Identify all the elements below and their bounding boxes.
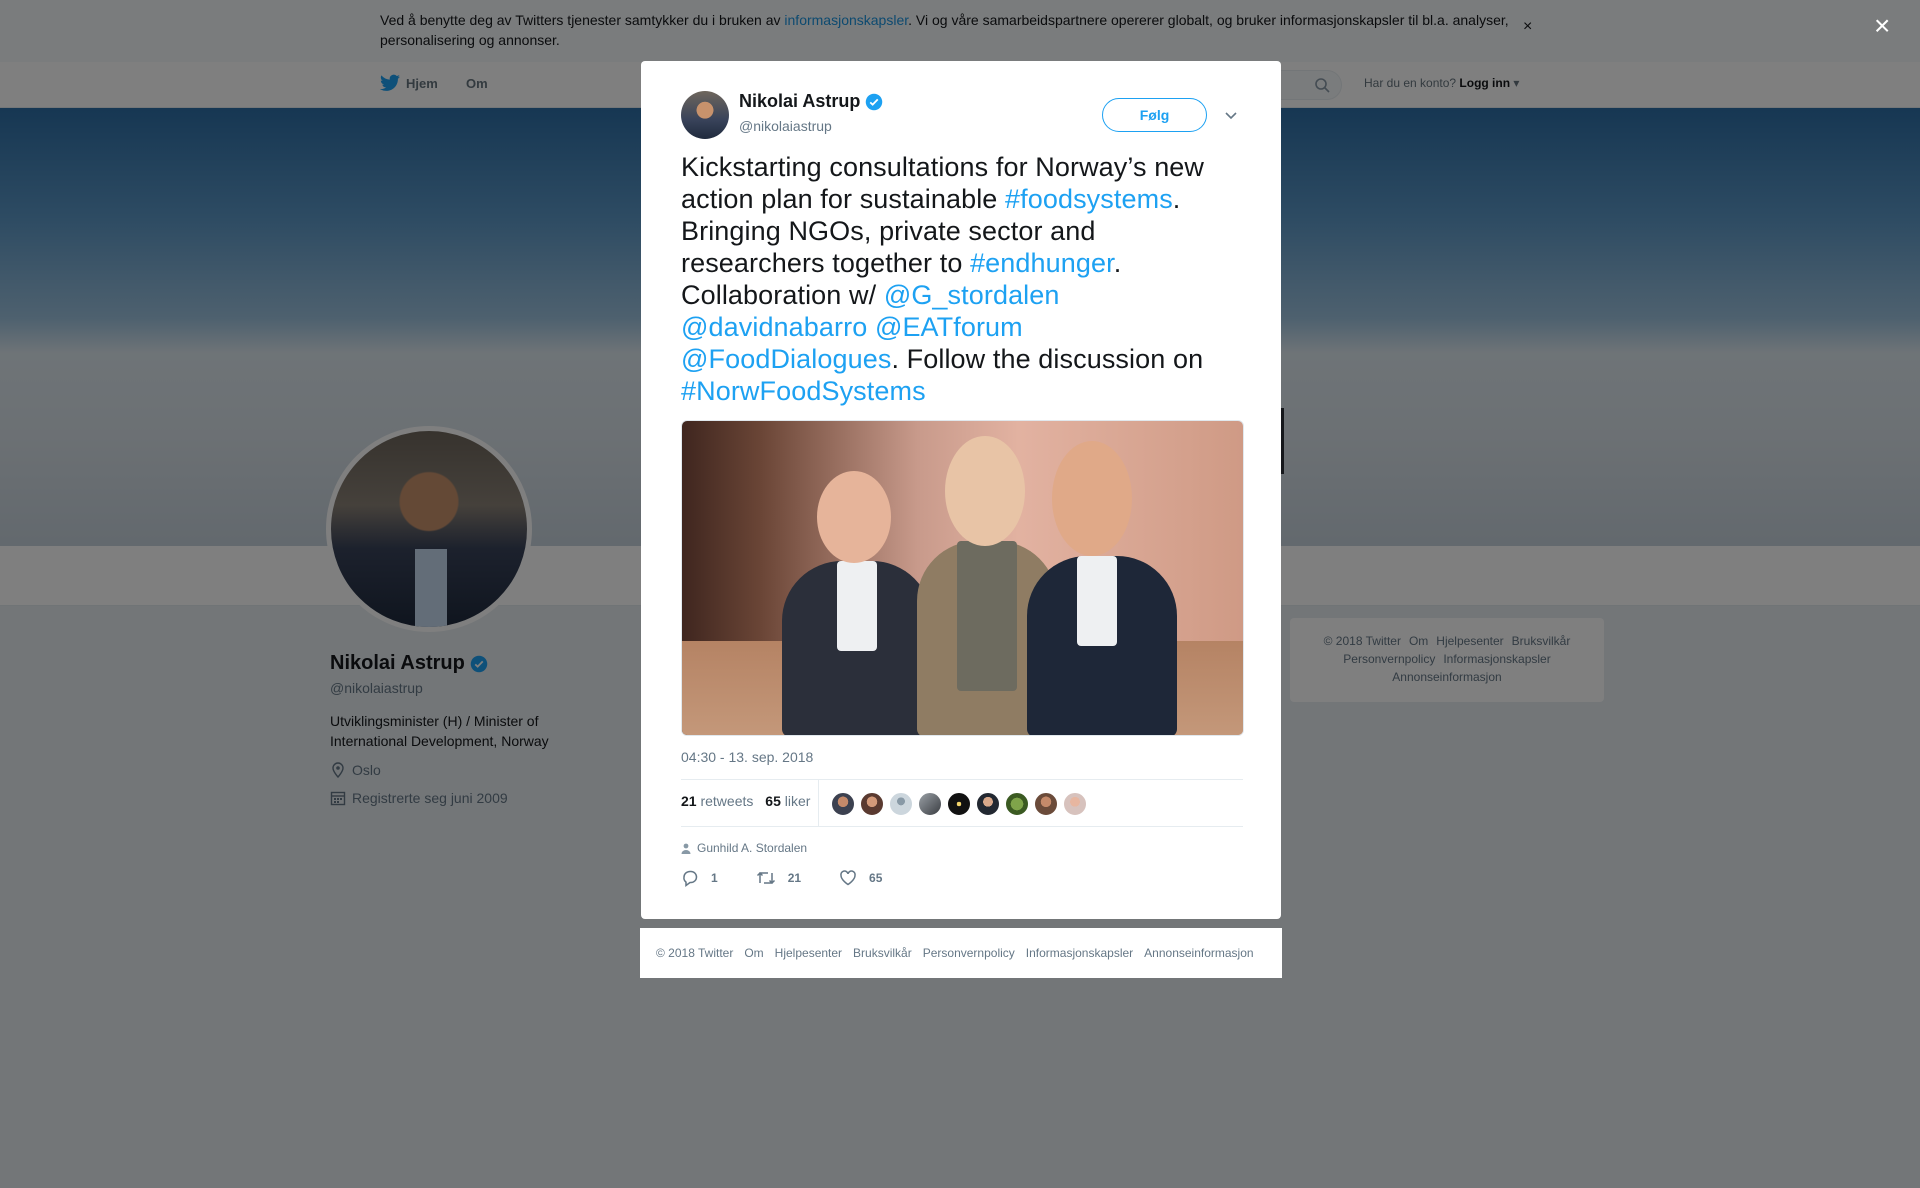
like-count[interactable]: 65: [765, 793, 781, 809]
footer-link[interactable]: Personvernpolicy: [923, 946, 1015, 960]
tweet-author-avatar[interactable]: [681, 91, 729, 139]
footer-link[interactable]: Om: [744, 946, 763, 960]
retweet-action-count: 21: [787, 871, 802, 885]
liker-avatar[interactable]: [889, 792, 913, 816]
liker-avatar[interactable]: [918, 792, 942, 816]
liker-avatar[interactable]: [1063, 792, 1087, 816]
liker-avatar[interactable]: [947, 792, 971, 816]
tweet-text: Kickstarting consultations for Norway’s …: [681, 151, 1241, 407]
tweet-photo[interactable]: [681, 420, 1244, 736]
likers-avatars: [831, 792, 1092, 816]
like-action-count: 65: [869, 871, 883, 885]
reply-icon: [683, 870, 698, 887]
tweet-modal: Nikolai Astrup @nikolaiastrup Følg Kicks…: [641, 61, 1281, 919]
mention-link[interactable]: @EATforum: [875, 312, 1023, 342]
tweet-stats: 21 retweets 65 liker: [681, 779, 1243, 827]
reply-context: Gunhild A. Stordalen: [681, 841, 807, 855]
tweet-text-part: . Follow the discussion on: [891, 344, 1204, 374]
modal-footer: © 2018 Twitter Om Hjelpesenter Bruksvilk…: [640, 928, 1282, 978]
photo-head: [1052, 441, 1132, 556]
reply-context-name[interactable]: Gunhild A. Stordalen: [697, 841, 807, 855]
liker-avatar[interactable]: [860, 792, 884, 816]
tweet-author-name-text: Nikolai Astrup: [739, 91, 861, 111]
hashtag-link[interactable]: #endhunger: [970, 248, 1114, 278]
footer-link[interactable]: Bruksvilkår: [853, 946, 912, 960]
stats-counts: 21 retweets 65 liker: [681, 793, 810, 809]
footer-link[interactable]: © 2018 Twitter: [656, 946, 733, 960]
tweet-timestamp[interactable]: 04:30 - 13. sep. 2018: [681, 749, 813, 765]
like-button[interactable]: 65: [839, 869, 882, 887]
retweet-label[interactable]: retweets: [700, 793, 753, 809]
mention-link[interactable]: @davidnabarro: [681, 312, 867, 342]
heart-icon: [840, 870, 856, 886]
close-icon[interactable]: ×: [1874, 12, 1890, 40]
like-label[interactable]: liker: [785, 793, 811, 809]
liker-avatar[interactable]: [1034, 792, 1058, 816]
hashtag-link[interactable]: #foodsystems: [1005, 184, 1173, 214]
mention-link[interactable]: @FoodDialogues: [681, 344, 891, 374]
tweet-author-handle[interactable]: @nikolaiastrup: [739, 118, 832, 134]
reply-button[interactable]: 1: [681, 869, 718, 887]
photo-head: [945, 436, 1025, 546]
footer-link[interactable]: Hjelpesenter: [775, 946, 842, 960]
retweet-icon: [756, 871, 775, 885]
chevron-down-icon[interactable]: [1223, 107, 1239, 123]
footer-link[interactable]: Informasjonskapsler: [1026, 946, 1133, 960]
mention-link[interactable]: @G_stordalen: [884, 280, 1060, 310]
liker-avatar[interactable]: [1005, 792, 1029, 816]
liker-avatar[interactable]: [976, 792, 1000, 816]
hashtag-link[interactable]: #NorwFoodSystems: [681, 376, 926, 406]
retweet-button[interactable]: 21: [756, 869, 801, 887]
person-icon: [681, 843, 691, 854]
footer-link[interactable]: Annonseinformasjon: [1144, 946, 1253, 960]
stats-divider: [818, 780, 819, 826]
reply-count: 1: [711, 871, 718, 885]
follow-button[interactable]: Følg: [1102, 98, 1207, 132]
verified-badge-icon: [866, 93, 883, 110]
retweet-count[interactable]: 21: [681, 793, 697, 809]
photo-head: [817, 471, 891, 563]
liker-avatar[interactable]: [831, 792, 855, 816]
photo-person: [957, 541, 1017, 691]
tweet-actions: 1 21 65: [681, 869, 920, 887]
photo-person: [837, 561, 877, 651]
tweet-author-name[interactable]: Nikolai Astrup: [739, 91, 883, 112]
photo-person: [1077, 556, 1117, 646]
